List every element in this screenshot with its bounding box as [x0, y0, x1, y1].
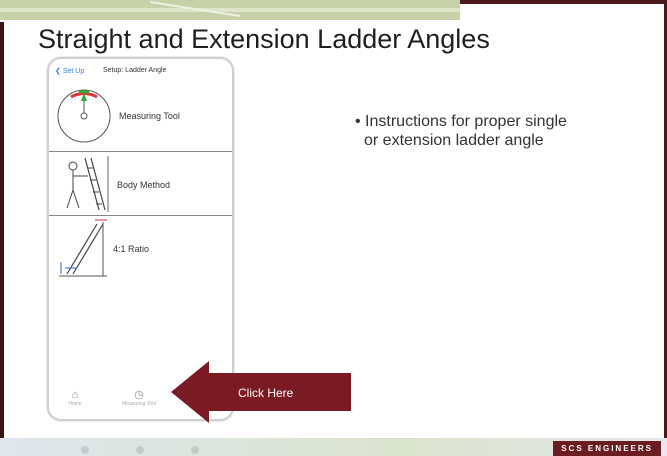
slide-title: Straight and Extension Ladder Angles [38, 24, 490, 54]
slide: Straight and Extension Ladder Angles ❮ S… [0, 0, 667, 456]
tab-label: Measuring Tool [122, 401, 156, 407]
ladder-diagram-icon [59, 219, 107, 277]
bullet-point: • Instructions for proper single or exte… [355, 112, 655, 150]
home-icon: ⌂ [71, 389, 79, 401]
back-label: Set Up [62, 68, 85, 75]
bullet-line-2: or extension ladder angle [364, 132, 544, 149]
left-border [0, 22, 4, 438]
top-decorative-bar [0, 0, 667, 22]
header-title: Setup: Ladder Angle [103, 67, 167, 74]
back-button[interactable]: ❮ Set Up [55, 67, 84, 75]
person-ladder-icon [66, 156, 109, 212]
click-here-label[interactable]: Click Here [238, 386, 293, 400]
gauge-icon [57, 89, 111, 143]
gauge-icon: ◷ [134, 389, 144, 401]
phone-header: ❮ Set Up Setup: Ladder Angle [49, 59, 232, 81]
menu-item-measuring-tool[interactable]: Measuring Tool [49, 81, 232, 152]
tab-measuring-tool[interactable]: ◷ Measuring Tool [117, 388, 161, 407]
menu-item-body-method[interactable]: Body Method [49, 152, 232, 216]
menu-item-ratio[interactable]: 4:1 Ratio [49, 216, 232, 282]
scs-engineers-logo: SCS ENGINEERS [553, 441, 661, 456]
bullet-line-1: • Instructions for proper single [355, 113, 567, 130]
tab-home[interactable]: ⌂ Home [63, 389, 87, 407]
tab-label: Home [68, 401, 82, 407]
reflection-icon [81, 446, 199, 454]
chevron-left-icon: ❮ [55, 68, 61, 75]
menu-label: Measuring Tool [119, 111, 180, 121]
menu-label: Body Method [117, 180, 171, 190]
menu-label: 4:1 Ratio [113, 244, 150, 254]
